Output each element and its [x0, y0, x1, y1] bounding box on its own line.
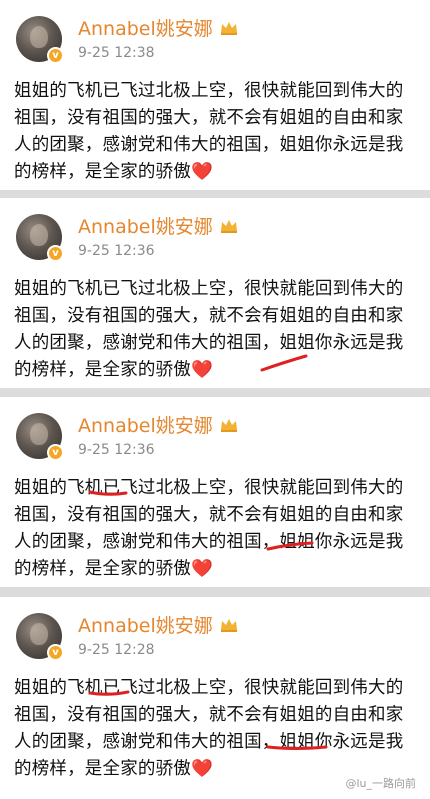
heart-emoji: ❤️	[191, 360, 213, 380]
post-time: 9-25 12:36	[78, 243, 155, 259]
username[interactable]: Annabel姚安娜	[78, 215, 239, 239]
crown-icon	[220, 220, 237, 233]
post-text-block: 姐姐的飞机已飞过北极上空，很快就能回到伟大的祖国，没有祖国的强大，就不会有姐姐的…	[14, 675, 416, 783]
post-text-block: 姐姐的飞机已飞过北极上空，很快就能回到伟大的祖国，没有祖国的强大，就不会有姐姐的…	[14, 276, 416, 384]
crown-icon	[220, 419, 237, 432]
crown-icon	[220, 619, 237, 632]
username[interactable]: Annabel姚安娜	[78, 17, 239, 41]
username[interactable]: Annabel姚安娜	[78, 414, 239, 438]
verified-badge-icon: v	[47, 245, 64, 262]
verified-badge-icon: v	[47, 47, 64, 64]
weibo-post-4: v Annabel姚安娜 9-25 12:28 姐姐的飞机已飞过北极上空，很快就…	[0, 597, 430, 799]
username-text[interactable]: Annabel姚安娜	[78, 415, 213, 437]
username[interactable]: Annabel姚安娜	[78, 614, 239, 638]
verified-badge-icon: v	[47, 444, 64, 461]
verified-badge-icon: v	[47, 644, 64, 661]
crown-icon	[220, 22, 237, 35]
weibo-post-1: v Annabel姚安娜 9-25 12:38 姐姐的飞机已飞过北极上空，很快就…	[0, 0, 430, 190]
watermark: @lu_一路向前	[345, 777, 416, 790]
heart-emoji: ❤️	[191, 759, 213, 779]
heart-emoji: ❤️	[191, 559, 213, 579]
username-text[interactable]: Annabel姚安娜	[78, 216, 213, 238]
post-time: 9-25 12:28	[78, 642, 155, 658]
heart-emoji: ❤️	[191, 162, 213, 182]
post-time: 9-25 12:36	[78, 442, 155, 458]
username-text[interactable]: Annabel姚安娜	[78, 615, 213, 637]
screenshot-stack: v Annabel姚安娜 9-25 12:38 姐姐的飞机已飞过北极上空，很快就…	[0, 0, 430, 799]
post-text-block: 姐姐的飞机已飞过北极上空，很快就能回到伟大的祖国，没有祖国的强大，就不会有姐姐的…	[14, 475, 416, 583]
username-text[interactable]: Annabel姚安娜	[78, 18, 213, 40]
weibo-post-3: v Annabel姚安娜 9-25 12:36 姐姐的飞机已飞过北极上空，很快就…	[0, 397, 430, 587]
post-text-block: 姐姐的飞机已飞过北极上空，很快就能回到伟大的祖国，没有祖国的强大，就不会有姐姐的…	[14, 78, 416, 186]
weibo-post-2: v Annabel姚安娜 9-25 12:36 姐姐的飞机已飞过北极上空，很快就…	[0, 198, 430, 388]
post-time: 9-25 12:38	[78, 45, 155, 61]
